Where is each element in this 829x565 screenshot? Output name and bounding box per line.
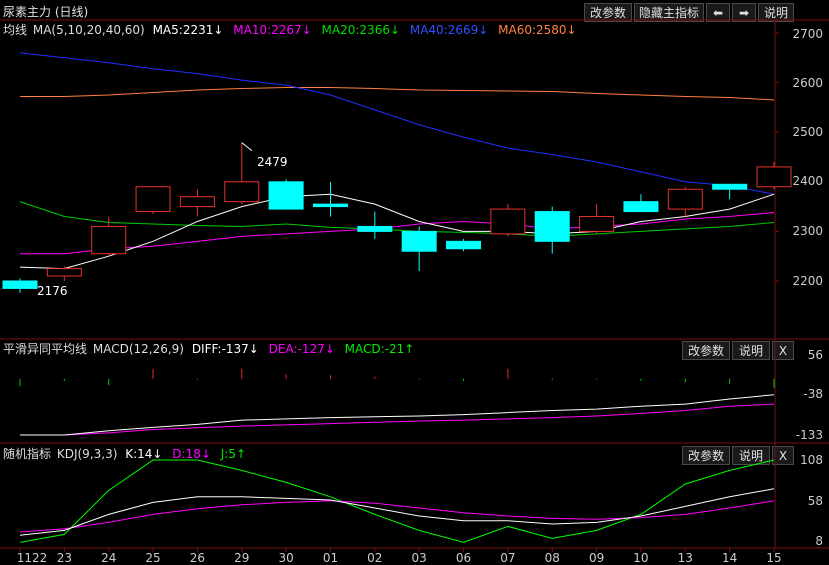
candle-body bbox=[2, 280, 38, 289]
candle-body bbox=[623, 201, 659, 213]
date-label: 10 bbox=[633, 551, 649, 565]
date-label: 23 bbox=[56, 551, 72, 565]
max-price-label: 2479 bbox=[257, 155, 288, 169]
candle-body bbox=[312, 203, 348, 208]
candle-body bbox=[401, 230, 437, 252]
candle-body bbox=[224, 181, 260, 203]
date-label: 01 bbox=[322, 551, 339, 565]
d-line bbox=[19, 500, 775, 533]
j-line bbox=[19, 459, 775, 543]
kline-chart[interactable] bbox=[0, 0, 829, 565]
min-price-label: 2176 bbox=[37, 284, 68, 298]
date-label: 03 bbox=[411, 551, 427, 565]
max-pointer bbox=[241, 142, 253, 152]
candle-body bbox=[357, 225, 393, 232]
candle-body bbox=[446, 240, 482, 250]
date-label: 06 bbox=[455, 551, 472, 565]
k-line bbox=[19, 488, 775, 536]
diff-line bbox=[20, 394, 775, 436]
date-label: 30 bbox=[278, 551, 294, 565]
date-label: 24 bbox=[101, 551, 117, 565]
date-label: 25 bbox=[145, 551, 161, 565]
y-tick-2200: 2200 bbox=[792, 274, 823, 288]
dea-line bbox=[20, 403, 775, 436]
kdj-tick-8: 8 bbox=[815, 534, 823, 548]
ma40-line bbox=[19, 52, 775, 195]
candle-body bbox=[268, 181, 304, 210]
macd-tick-neg133: -133 bbox=[795, 428, 823, 442]
candle-body bbox=[179, 196, 215, 208]
date-label: 1122 bbox=[16, 551, 48, 565]
date-label: 08 bbox=[544, 551, 560, 565]
y-tick-2600: 2600 bbox=[792, 76, 823, 90]
date-label: 26 bbox=[189, 551, 206, 565]
date-label: 14 bbox=[722, 551, 738, 565]
date-label: 15 bbox=[766, 551, 782, 565]
ma5-line bbox=[19, 193, 775, 270]
date-label: 13 bbox=[677, 551, 693, 565]
candle-body bbox=[490, 208, 526, 235]
candle-body bbox=[135, 186, 171, 213]
y-tick-2300: 2300 bbox=[792, 224, 823, 238]
date-label: 09 bbox=[588, 551, 605, 565]
candle-body bbox=[91, 225, 127, 255]
kdj-tick-58: 58 bbox=[807, 494, 823, 508]
date-label: 02 bbox=[367, 551, 383, 565]
candle-body bbox=[579, 216, 615, 232]
candle-body bbox=[667, 188, 703, 210]
candle-body bbox=[46, 268, 82, 277]
macd-tick-56: 56 bbox=[807, 348, 823, 362]
candle-body bbox=[712, 183, 748, 190]
date-label: 07 bbox=[500, 551, 516, 565]
y-tick-2400: 2400 bbox=[792, 174, 823, 188]
date-label: 29 bbox=[234, 551, 250, 565]
y-tick-2700: 2700 bbox=[792, 27, 823, 41]
kdj-tick-108: 108 bbox=[800, 453, 823, 467]
candle-body bbox=[756, 166, 792, 188]
candle-body bbox=[534, 211, 570, 242]
y-tick-2500: 2500 bbox=[792, 125, 823, 139]
macd-tick-neg38: -38 bbox=[803, 387, 823, 401]
ma60-line bbox=[20, 87, 775, 101]
